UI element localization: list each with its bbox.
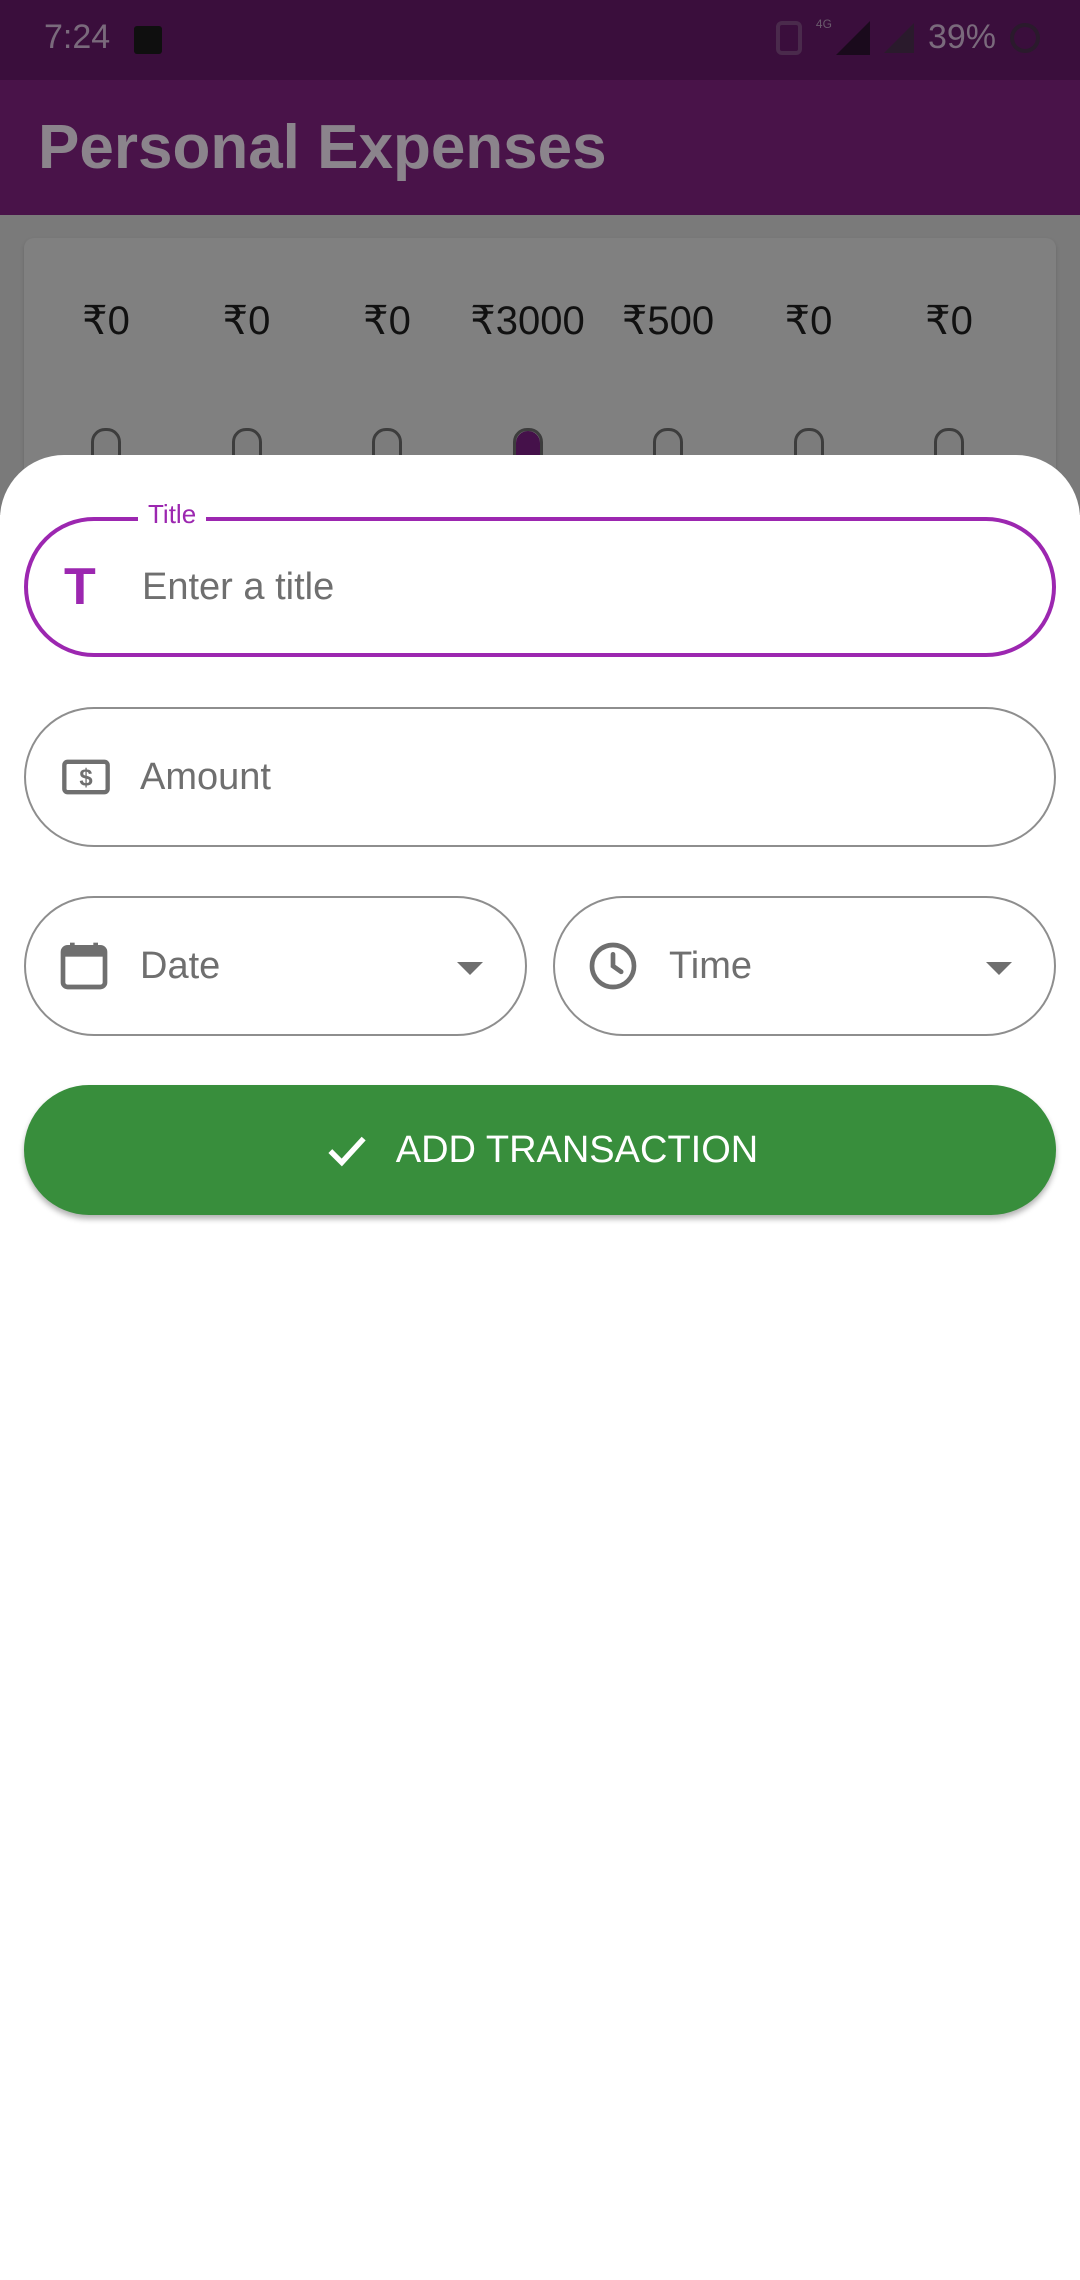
- status-bar: 7:24 4G 39%: [0, 0, 1080, 80]
- status-time: 7:24: [44, 18, 111, 56]
- title-input[interactable]: Enter a title: [142, 521, 334, 653]
- add-transaction-label: ADD TRANSACTION: [395, 1128, 759, 1171]
- app-bar: Personal Expenses: [0, 80, 1080, 215]
- chart-bar-amount: ₹0: [222, 299, 271, 343]
- money-icon: $: [60, 709, 112, 845]
- date-field[interactable]: Date: [24, 896, 527, 1036]
- chevron-down-icon[interactable]: [986, 962, 1012, 975]
- status-icons: 4G 39%: [775, 16, 1040, 57]
- calendar-icon: [56, 898, 112, 1034]
- amount-input[interactable]: Amount: [140, 709, 271, 845]
- clock-icon: [585, 898, 641, 1034]
- date-value: Date: [140, 944, 221, 987]
- chart-bar-amount: ₹0: [363, 299, 411, 343]
- page-title: Personal Expenses: [38, 113, 607, 182]
- signal-2-icon: [883, 22, 914, 53]
- title-icon: T: [64, 558, 96, 616]
- chevron-down-icon[interactable]: [457, 962, 483, 975]
- amount-field[interactable]: $ Amount: [24, 707, 1056, 847]
- network-type: 4G: [815, 16, 832, 31]
- time-field[interactable]: Time: [553, 896, 1056, 1036]
- chart-bar-amount: ₹500: [621, 299, 715, 343]
- check-icon: [328, 1136, 366, 1167]
- vibrate-icon: [775, 20, 802, 55]
- svg-text:$: $: [79, 765, 92, 792]
- image-notification-icon: [134, 26, 162, 54]
- battery-icon: [1010, 22, 1040, 53]
- chart-bar-amount: ₹0: [925, 299, 973, 343]
- battery-percent: 39%: [927, 18, 996, 56]
- chart-bar-amount: ₹0: [82, 299, 130, 343]
- title-field[interactable]: Title T Enter a title: [24, 499, 1056, 657]
- add-transaction-sheet: Title T Enter a title $ Amount Date Time…: [0, 455, 1080, 2280]
- signal-icon: [835, 20, 870, 55]
- time-value: Time: [669, 944, 753, 987]
- add-transaction-button[interactable]: ADD TRANSACTION: [24, 1085, 1056, 1215]
- chart-bar-amount: ₹0: [784, 299, 833, 343]
- chart-bar-amount: ₹3000: [470, 299, 585, 343]
